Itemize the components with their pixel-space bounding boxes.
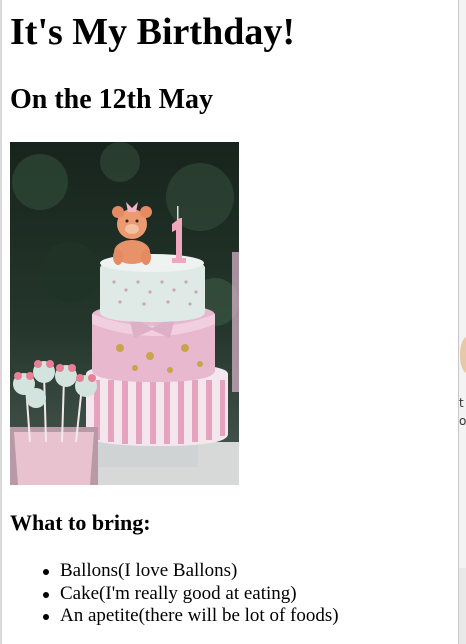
page-subtitle: On the 12th May [10,84,213,115]
page: It's My Birthday! On the 12th May What t… [0,0,458,644]
window-left-border [0,0,2,644]
background-panel [459,0,466,568]
background-window-edge: t o [458,0,466,644]
background-text-fragment: t o [459,396,466,428]
what-to-bring-heading: What to bring: [10,510,151,535]
birthday-cake-image [10,142,239,485]
bring-list: Ballons(I love Ballons) Cake(I'm really … [43,560,339,628]
list-item: Cake(I'm really good at eating) [43,583,339,606]
page-title: It's My Birthday! [10,11,295,53]
list-item: Ballons(I love Ballons) [43,560,339,583]
list-item: An apetite(there will be lot of foods) [43,605,339,626]
